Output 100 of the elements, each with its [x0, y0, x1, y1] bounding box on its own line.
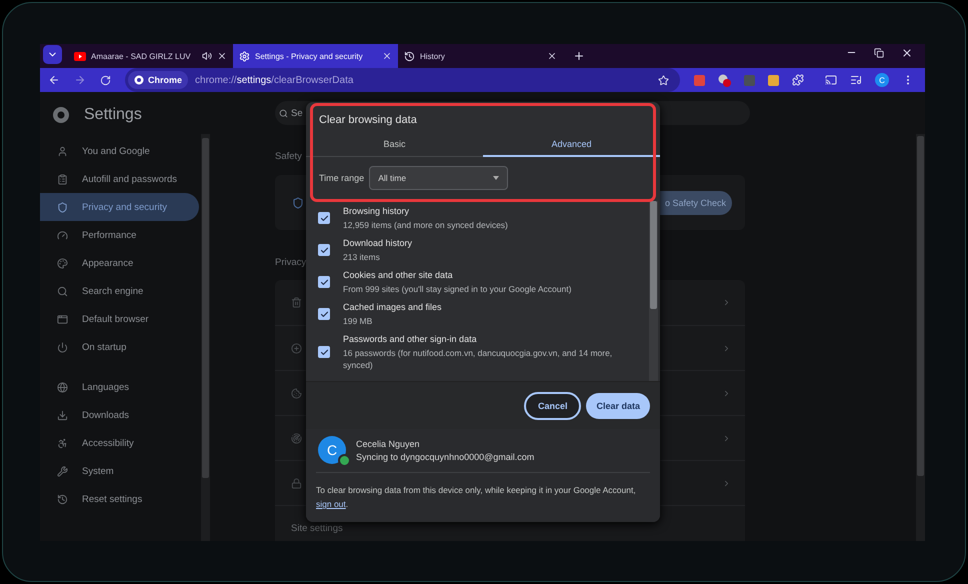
sidebar-item-icon — [57, 286, 68, 296]
close-icon[interactable] — [217, 51, 227, 61]
chevron-icon — [722, 478, 731, 488]
chevron-icon — [722, 344, 731, 352]
site-chip[interactable]: Chrome — [128, 71, 188, 89]
browser-tab[interactable]: History — [398, 44, 563, 68]
media-icon[interactable] — [850, 74, 862, 86]
time-range-select[interactable]: All time — [369, 166, 508, 190]
sidebar-item[interactable]: Downloads — [40, 401, 199, 429]
sidebar-item-icon — [57, 438, 68, 448]
row-icon — [291, 478, 302, 488]
sync-badge-icon — [338, 454, 351, 467]
item-title: Passwords and other sign-in data — [343, 333, 478, 345]
item-title: Browsing history — [343, 205, 410, 217]
row-label: Site settings — [291, 522, 343, 534]
tab-title: Settings - Privacy and security — [255, 52, 364, 60]
close-icon[interactable] — [547, 51, 557, 61]
chevron-icon — [722, 298, 731, 307]
item-detail: From 999 sites (you'll stay signed in to your Google Account) — [343, 283, 572, 295]
sidebar-item-icon — [57, 314, 68, 324]
sidebar-item[interactable]: System — [40, 457, 199, 485]
item-detail: 16 passwords (for nutifood.com.vn, dancuquocgia.gov.vn, and 14 more, synced) — [343, 347, 614, 371]
account-name: Cecelia Nguyen — [356, 438, 421, 448]
profile-avatar[interactable]: C — [875, 73, 889, 87]
sidebar-item-icon — [57, 382, 68, 392]
new-tab-icon[interactable] — [573, 50, 585, 62]
row-icon — [291, 388, 302, 398]
back-icon[interactable] — [48, 74, 60, 86]
checkbox[interactable] — [318, 212, 330, 224]
checkbox[interactable] — [318, 244, 330, 256]
sidebar-item-icon — [57, 410, 68, 420]
checkbox[interactable] — [318, 308, 330, 320]
cast-icon[interactable] — [825, 74, 837, 86]
sidebar-item-icon — [57, 230, 68, 240]
tab-title: Amaarae - SAD GIRLZ LUV — [91, 52, 192, 60]
item-detail: 199 MB — [343, 315, 374, 327]
browser-logo-icon — [52, 106, 70, 124]
item-detail: 213 items — [343, 251, 381, 263]
shield-icon — [292, 196, 304, 208]
checkbox[interactable] — [318, 346, 330, 358]
sidebar-item-icon — [57, 258, 68, 268]
sidebar-item[interactable]: Autofill and passwords — [40, 165, 199, 193]
sidebar-item-icon — [57, 174, 68, 184]
reload-icon[interactable] — [100, 74, 111, 86]
history-icon — [404, 50, 415, 62]
sidebar-item[interactable]: Appearance — [40, 249, 199, 277]
restore-icon[interactable] — [874, 46, 884, 58]
address-bar[interactable]: Chrome chrome://settings/clearBrowserData — [125, 68, 680, 92]
dialog-title: Clear browsing data — [318, 113, 418, 127]
section-heading: Safety — [275, 151, 302, 162]
sidebar-item-icon — [57, 202, 68, 212]
clear-data-button[interactable]: Clear data — [586, 392, 650, 418]
footer-note: To clear browsing data from this device only, while keeping it in your Google Account, sign out. — [316, 484, 637, 511]
row-icon — [291, 432, 302, 444]
row-icon — [291, 297, 302, 308]
url-text: chrome://settings/clearBrowserData — [195, 74, 354, 86]
sidebar-item[interactable]: Languages — [40, 373, 199, 401]
tab-title: History — [420, 52, 446, 60]
row-icon — [291, 342, 302, 354]
chevron-icon — [722, 388, 731, 398]
dialog-tab[interactable]: Basic — [306, 133, 483, 157]
cancel-button[interactable]: Cancel — [524, 392, 582, 420]
sidebar-item[interactable]: Search engine — [40, 277, 199, 305]
tab-search-button[interactable] — [43, 45, 62, 64]
checkbox[interactable] — [318, 276, 330, 288]
close-icon[interactable] — [901, 46, 913, 58]
sidebar-item-icon — [57, 494, 68, 504]
sidebar-item-icon — [57, 342, 68, 352]
caret-icon — [493, 176, 500, 180]
sidebar-item[interactable]: Accessibility — [40, 429, 199, 457]
chevron-icon — [722, 434, 731, 442]
account-status: Syncing to dyngocquynhno0000@gmail.com — [356, 452, 534, 462]
sign-out-link[interactable]: sign out — [316, 499, 346, 509]
browser-tab[interactable]: Settings - Privacy and security — [233, 44, 398, 68]
dialog-tab[interactable]: Advanced — [483, 133, 660, 157]
gear-icon — [239, 50, 250, 62]
item-title: Download history — [343, 237, 412, 249]
item-title: Cookies and other site data — [343, 269, 454, 281]
close-icon[interactable] — [382, 51, 392, 61]
search-placeholder: Se — [291, 108, 303, 118]
puzzle-icon[interactable] — [792, 74, 804, 86]
video-icon — [74, 52, 86, 60]
sidebar-item[interactable]: On startup — [40, 333, 199, 361]
extension-icon[interactable] — [768, 74, 779, 86]
star-icon[interactable] — [658, 74, 669, 86]
search-icon — [279, 108, 288, 118]
sidebar-item[interactable]: You and Google — [40, 137, 199, 165]
extension-icon[interactable] — [718, 74, 731, 86]
item-title: Cached images and files — [343, 301, 442, 313]
sidebar-item[interactable]: Performance — [40, 221, 199, 249]
browser-tab[interactable]: Amaarae - SAD GIRLZ LUV — [68, 44, 233, 68]
sidebar-item-icon — [57, 146, 68, 156]
sidebar-item[interactable]: Default browser — [40, 305, 199, 333]
time-range-label: Time range — [319, 173, 364, 183]
forward-icon[interactable] — [74, 74, 86, 86]
sidebar-item[interactable]: Reset settings — [40, 485, 199, 513]
sidebar-item-icon — [57, 466, 68, 476]
sidebar-item[interactable]: Privacy and security — [40, 193, 199, 221]
speaker-icon[interactable] — [202, 51, 212, 61]
settings-title: Settings — [84, 106, 142, 124]
